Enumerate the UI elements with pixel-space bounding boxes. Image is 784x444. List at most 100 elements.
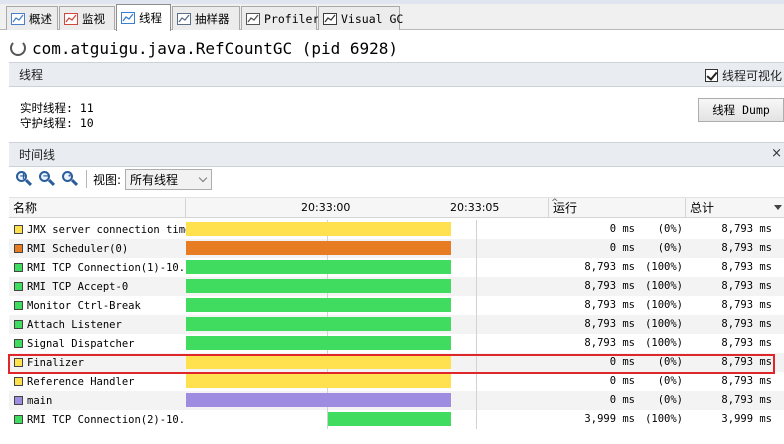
timeline-gridline bbox=[476, 315, 477, 334]
timeline-cell bbox=[186, 391, 549, 410]
thread-state-bar bbox=[186, 298, 451, 312]
timeline-cell bbox=[186, 372, 549, 391]
tab-profiler[interactable]: Profiler bbox=[241, 6, 320, 30]
running-percent: (100%) bbox=[645, 318, 683, 330]
toolbar-separator bbox=[86, 170, 87, 188]
running-percent: (0%) bbox=[657, 356, 683, 368]
total-time: 8,793 ms bbox=[721, 223, 772, 235]
thread-state-bar bbox=[186, 241, 451, 255]
tab-label: 线程 bbox=[139, 11, 162, 25]
table-row[interactable]: RMI TCP Connection(1)-10.13 8,793 ms (100%… bbox=[9, 258, 784, 277]
thread-stats: 实时线程: 11 守护线程: 10 bbox=[20, 101, 94, 131]
timeline-gridline bbox=[476, 391, 477, 410]
running-percent: (100%) bbox=[645, 261, 683, 273]
tab-visual-gc[interactable]: Visual GC bbox=[318, 6, 403, 30]
tab-overview[interactable]: 概述 bbox=[6, 6, 58, 30]
thread-dump-button[interactable]: 线程 Dump bbox=[698, 98, 784, 122]
tab-label: 概述 bbox=[29, 11, 52, 26]
thread-name-cell: Monitor Ctrl-Break bbox=[9, 296, 186, 315]
timeline-gridline bbox=[476, 410, 477, 429]
zoom-fit-icon[interactable]: · bbox=[60, 169, 80, 189]
timeline-cell bbox=[186, 353, 549, 372]
table-row[interactable]: main 0 ms (0%) 8,793 ms bbox=[9, 391, 784, 410]
visualize-threads-checkbox[interactable]: 线程可视化 bbox=[704, 67, 782, 84]
thread-name: Attach Listener bbox=[27, 318, 122, 331]
thread-name: RMI Scheduler(0) bbox=[27, 242, 129, 255]
thread-name: main bbox=[27, 394, 53, 407]
column-header-timeline[interactable]: ^ 20:33:00 20:33:05 bbox=[186, 198, 559, 218]
sampler-icon bbox=[176, 11, 192, 27]
close-icon[interactable]: × bbox=[771, 146, 782, 161]
profiler-icon bbox=[245, 11, 261, 27]
running-time: 8,793 ms bbox=[584, 261, 635, 273]
zoom-in-icon[interactable]: + bbox=[14, 169, 34, 189]
table-row[interactable]: Monitor Ctrl-Break 8,793 ms (100%) 8,793 ms bbox=[9, 296, 784, 315]
total-time: 8,793 ms bbox=[721, 318, 772, 330]
running-percent: (0%) bbox=[657, 223, 683, 235]
column-menu-icon[interactable] bbox=[774, 205, 782, 210]
overview-icon bbox=[10, 11, 26, 27]
table-row[interactable]: RMI TCP Connection(2)-10.13 3,999 ms (100%… bbox=[9, 410, 784, 429]
table-row[interactable]: JMX server connection timeout 0 ms (0%) 8,7… bbox=[9, 220, 784, 239]
thread-name-cell: RMI TCP Connection(1)-10.13 bbox=[9, 258, 186, 277]
timeline-toolbar: + − · 视图: 所有线程 bbox=[14, 168, 213, 190]
timeline-gridline bbox=[476, 258, 477, 277]
tab-threads[interactable]: 线程 bbox=[116, 4, 171, 31]
table-row[interactable]: Attach Listener 8,793 ms (100%) 8,793 ms bbox=[9, 315, 784, 334]
thread-name: Signal Dispatcher bbox=[27, 337, 135, 350]
checkbox-checked-icon[interactable] bbox=[704, 69, 718, 82]
threads-icon bbox=[120, 10, 136, 26]
table-row[interactable]: Finalizer 0 ms (0%) 8,793 ms bbox=[9, 353, 784, 372]
timeline-gridline bbox=[476, 220, 477, 239]
table-row[interactable]: RMI Scheduler(0) 0 ms (0%) 8,793 ms bbox=[9, 239, 784, 258]
daemon-threads-stat: 守护线程: 10 bbox=[20, 116, 94, 130]
thread-name: RMI TCP Connection(2)-10.13 bbox=[27, 413, 186, 426]
thread-name-cell: Attach Listener bbox=[9, 315, 186, 334]
thread-state-swatch bbox=[14, 339, 23, 348]
thread-state-swatch bbox=[14, 225, 23, 234]
tab-sampler[interactable]: 抽样器 bbox=[172, 6, 240, 30]
thread-name: JMX server connection timeout bbox=[27, 223, 186, 236]
column-header-running[interactable]: 运行 bbox=[549, 198, 686, 218]
threads-section-title: 线程 bbox=[19, 68, 44, 82]
timeline-gridline bbox=[476, 353, 477, 372]
running-time: 0 ms bbox=[609, 223, 635, 235]
timeline-cell bbox=[186, 334, 549, 353]
thread-state-bar bbox=[186, 355, 451, 369]
thread-state-bar bbox=[186, 393, 451, 407]
column-header-total[interactable]: 总计 bbox=[686, 198, 784, 218]
app-title: com.atguigu.java.RefCountGC (pid 6928) bbox=[32, 38, 399, 58]
column-header-name[interactable]: 名称 bbox=[9, 198, 186, 218]
total-time: 8,793 ms bbox=[721, 242, 772, 254]
thread-state-bar bbox=[186, 374, 451, 388]
thread-name-cell: Finalizer bbox=[9, 353, 186, 372]
table-row[interactable]: RMI TCP Accept-0 8,793 ms (100%) 8,793 ms bbox=[9, 277, 784, 296]
chevron-down-icon bbox=[198, 173, 208, 182]
running-time: 0 ms bbox=[609, 356, 635, 368]
thread-state-swatch bbox=[14, 396, 23, 405]
thread-name: Finalizer bbox=[27, 356, 84, 369]
running-percent: (100%) bbox=[645, 413, 683, 425]
running-percent: (100%) bbox=[645, 299, 683, 311]
visualize-threads-label: 线程可视化 bbox=[721, 69, 782, 83]
running-percent: (100%) bbox=[645, 280, 683, 292]
total-time: 8,793 ms bbox=[721, 299, 772, 311]
title-row: com.atguigu.java.RefCountGC (pid 6928) bbox=[10, 37, 398, 59]
tab-monitor[interactable]: 监视 bbox=[59, 6, 115, 30]
visual-gc-icon bbox=[322, 11, 338, 27]
tab-label: 监视 bbox=[82, 11, 105, 26]
monitor-icon bbox=[63, 11, 79, 27]
timeline-cell bbox=[186, 239, 549, 258]
table-row[interactable]: Signal Dispatcher 8,793 ms (100%) 8,793 ms bbox=[9, 334, 784, 353]
tab-label: Profiler bbox=[264, 11, 320, 26]
thread-name-cell: RMI TCP Connection(2)-10.13 bbox=[9, 410, 186, 429]
thread-name: Monitor Ctrl-Break bbox=[27, 299, 141, 312]
thread-state-swatch bbox=[14, 301, 23, 310]
live-threads-stat: 实时线程: 11 bbox=[20, 101, 94, 115]
timeline-cell bbox=[186, 277, 549, 296]
thread-name: Reference Handler bbox=[27, 375, 135, 388]
table-row[interactable]: Reference Handler 0 ms (0%) 8,793 ms bbox=[9, 372, 784, 391]
view-select[interactable]: 所有线程 bbox=[125, 168, 213, 190]
zoom-out-icon[interactable]: − bbox=[37, 169, 57, 189]
running-time: 0 ms bbox=[609, 375, 635, 387]
